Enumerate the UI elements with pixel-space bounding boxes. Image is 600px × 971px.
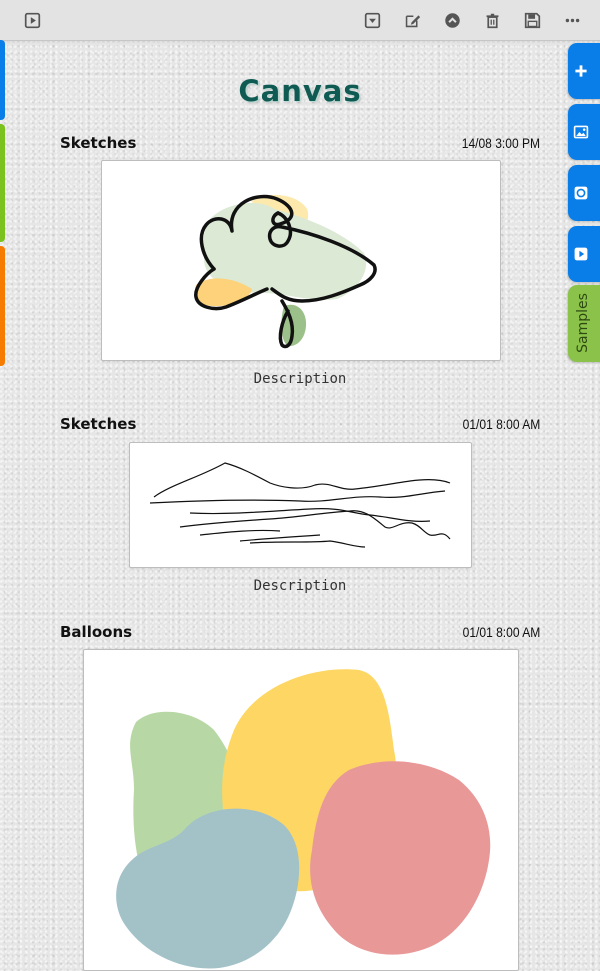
save-icon[interactable] [520,8,544,32]
entry-label: Sketches [60,134,137,152]
balloons-card[interactable] [83,649,519,971]
sketch-card-1[interactable] [101,160,501,361]
chevron-up-circle-icon[interactable] [440,8,464,32]
left-strip-orange[interactable] [0,246,5,366]
left-strip-green[interactable] [0,124,5,242]
sketch-card-2[interactable] [129,442,472,568]
sketch-drawing-face [194,194,377,349]
entry-description: Description [253,371,347,387]
play-tab[interactable] [568,226,600,282]
dropdown-box-icon[interactable] [360,8,384,32]
entry-date: 01/01 8:00 AM [462,416,540,432]
entry-date: 01/01 8:00 AM [462,624,540,640]
balloons-drawing [116,669,491,969]
play-box-icon[interactable] [20,8,44,32]
edit-icon[interactable] [400,8,424,32]
top-toolbar [0,0,600,41]
play-box-icon [574,247,588,261]
entry-date: 14/08 3:00 PM [461,135,540,151]
entry-label: Sketches [60,415,137,433]
page-title: Canvas [238,74,362,108]
trash-icon[interactable] [480,8,504,32]
samples-tab-label: Samples [575,293,591,353]
circle-icon [574,186,588,200]
circle-tab[interactable] [568,165,600,221]
entry-description: Description [253,578,347,594]
more-icon[interactable] [560,8,584,32]
sketch-drawing-landscape [149,462,451,548]
image-tab[interactable] [568,104,600,160]
image-icon [573,125,589,139]
samples-tab[interactable]: Samples [568,285,600,362]
entry-label: Balloons [60,623,133,641]
